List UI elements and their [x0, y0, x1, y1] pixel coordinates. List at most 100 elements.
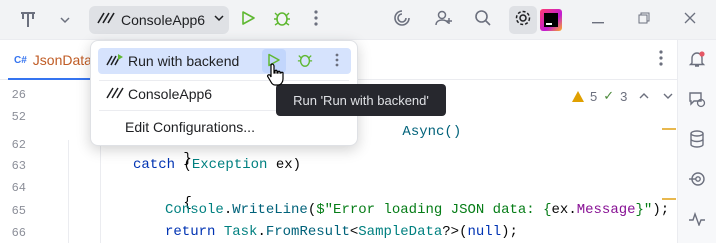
- right-tool-strip: [677, 40, 716, 243]
- run-config-icon: [106, 53, 124, 70]
- row-more-button[interactable]: [326, 50, 348, 72]
- restore-button[interactable]: [634, 10, 654, 30]
- code-token: ex: [551, 202, 569, 218]
- ide-logo-icon[interactable]: [539, 8, 563, 32]
- popup-item-label: Edit Configurations...: [125, 119, 255, 135]
- code-token: );: [501, 224, 518, 240]
- database-icon: [689, 129, 705, 153]
- code-token: );: [652, 202, 670, 218]
- chevron-up-icon[interactable]: [639, 89, 649, 104]
- more-vertical-icon: [659, 50, 663, 70]
- notifications-button[interactable]: [686, 50, 708, 72]
- more-vertical-icon: [314, 9, 318, 31]
- rider-config-icon: [106, 86, 124, 103]
- jetbrains-logo-icon[interactable]: [14, 6, 42, 34]
- popup-item-label: Run with backend: [128, 53, 240, 69]
- tab-options-button[interactable]: [659, 50, 663, 71]
- endpoints-button[interactable]: [686, 170, 708, 192]
- code-line[interactable]: return Task.FromResult<SampleData?>(null…: [165, 224, 518, 240]
- code-token: (: [307, 202, 317, 218]
- csharp-file-icon: C#: [14, 54, 27, 66]
- add-user-icon: [435, 9, 453, 32]
- run-tooltip: Run 'Run with backend': [276, 84, 446, 116]
- settings-icon: [514, 9, 532, 32]
- line-number: 52: [11, 110, 26, 124]
- chat-icon: [688, 90, 706, 113]
- popup-item-edit-configurations[interactable]: Edit Configurations...: [98, 114, 351, 140]
- code-method: WriteLine: [232, 202, 308, 218]
- code-keyword: return: [165, 224, 216, 240]
- line-number: 63: [11, 159, 26, 173]
- rider-config-icon: [97, 11, 115, 30]
- search-everywhere-button[interactable]: [469, 6, 497, 34]
- minimize-button[interactable]: [588, 10, 608, 30]
- editor-tab-jsondata[interactable]: C# JsonData: [0, 40, 100, 80]
- code-class: SampleData: [358, 224, 443, 240]
- chevron-down-icon[interactable]: [663, 89, 673, 104]
- code-token: (: [175, 157, 192, 173]
- run-configuration-selector[interactable]: ConsoleApp6: [89, 6, 229, 34]
- ai-chat-button[interactable]: [686, 90, 708, 112]
- debug-icon: [273, 9, 291, 32]
- ai-assistant-icon: [393, 9, 411, 32]
- close-button[interactable]: [680, 10, 700, 30]
- line-number: 65: [11, 204, 26, 218]
- code-string: }": [635, 202, 653, 218]
- warning-icon: [572, 90, 584, 102]
- row-debug-button[interactable]: [294, 50, 316, 72]
- code-token: .: [223, 202, 233, 218]
- chevron-down-icon[interactable]: [51, 6, 79, 34]
- code-method: Async(): [402, 124, 462, 140]
- check-icon: ✓: [603, 88, 615, 103]
- inspection-widget[interactable]: 5 ✓ 3: [572, 88, 673, 104]
- line-number: 64: [11, 181, 26, 195]
- code-token: .: [257, 224, 266, 240]
- popup-item-run-with-backend[interactable]: Run with backend: [98, 48, 351, 74]
- pulse-icon: [688, 211, 706, 231]
- more-actions-button[interactable]: [302, 6, 330, 34]
- minimize-icon: [592, 11, 604, 29]
- code-class: Console: [165, 202, 224, 218]
- profiler-button[interactable]: [686, 210, 708, 232]
- ai-assistant-button[interactable]: [388, 6, 416, 34]
- warning-count: 5: [590, 88, 598, 104]
- scrollbar-warning-marker[interactable]: [662, 198, 676, 200]
- code-token: ex): [267, 157, 302, 173]
- settings-button[interactable]: [509, 6, 537, 34]
- code-property: Message: [576, 202, 636, 218]
- bell-icon: [688, 50, 706, 73]
- close-icon: [684, 11, 696, 29]
- tab-file-name: JsonData: [32, 52, 92, 68]
- debug-button[interactable]: [268, 6, 296, 34]
- line-number: 26: [11, 88, 26, 102]
- code-keyword: catch: [133, 157, 176, 173]
- chevron-down-icon: [213, 11, 225, 29]
- code-class: Exception: [191, 157, 268, 173]
- search-icon: [474, 9, 492, 32]
- code-line[interactable]: catch (Exception ex): [133, 157, 301, 173]
- scrollbar-warning-marker[interactable]: [662, 128, 676, 130]
- line-number: 66: [11, 226, 26, 240]
- restore-icon: [638, 11, 650, 29]
- line-number: 62: [11, 138, 26, 152]
- check-count: 3: [620, 88, 628, 104]
- hand-cursor-icon: [266, 62, 286, 91]
- popup-item-label: ConsoleApp6: [128, 86, 213, 102]
- indent-guide: [68, 140, 69, 243]
- code-class: Task: [223, 224, 258, 240]
- debug-icon: [297, 52, 313, 71]
- database-button[interactable]: [686, 129, 708, 153]
- code-with-me-button[interactable]: [430, 6, 458, 34]
- code-keyword: null: [467, 224, 502, 240]
- code-token: .: [568, 202, 577, 218]
- endpoints-icon: [688, 170, 706, 193]
- code-method: FromResult: [265, 224, 350, 240]
- more-vertical-icon: [335, 53, 339, 70]
- run-icon: [240, 10, 256, 31]
- code-line[interactable]: Console.WriteLine($"Error loading JSON d…: [165, 202, 669, 218]
- active-tab-indicator: [8, 78, 98, 80]
- run-button[interactable]: [234, 6, 262, 34]
- title-bar: ConsoleApp6: [0, 0, 716, 40]
- ide-window: ConsoleApp6 C# JsonData 26 52 62 63 64 6…: [0, 0, 716, 243]
